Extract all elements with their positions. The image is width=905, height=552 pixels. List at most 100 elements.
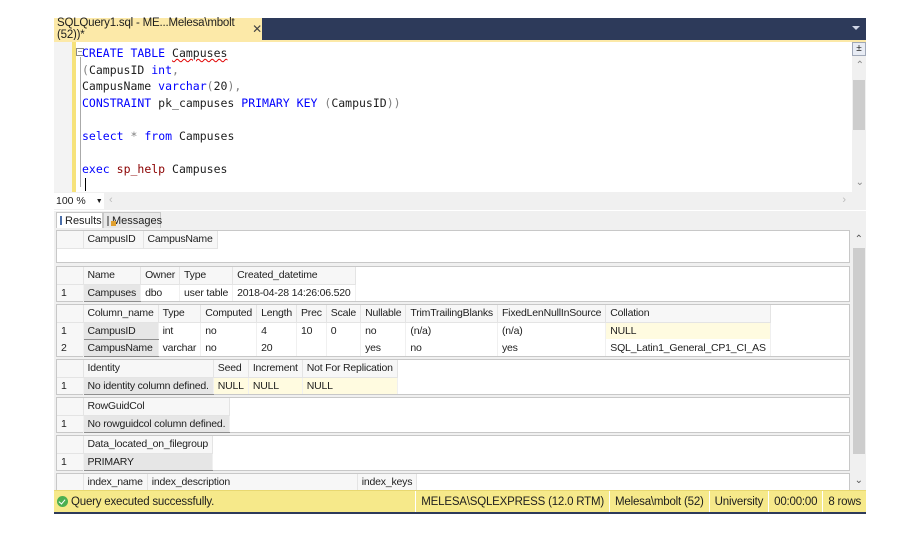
table-cell[interactable]: no: [360, 322, 407, 339]
table-cell[interactable]: NULL: [605, 322, 771, 339]
scroll-up-icon[interactable]: ⌃: [855, 234, 863, 245]
results-scroll-thumb[interactable]: [853, 248, 865, 454]
column-header[interactable]: index_description: [147, 474, 358, 490]
column-header[interactable]: Collation: [605, 305, 771, 323]
row-number[interactable]: 1: [57, 322, 84, 339]
result-grid-1[interactable]: CampusID CampusName: [56, 230, 850, 263]
column-header[interactable]: Type: [158, 305, 202, 323]
row-number-header[interactable]: [57, 231, 84, 249]
result-grid-3[interactable]: Column_name Type Computed Length Prec Scale Nu…: [56, 304, 850, 357]
table-cell[interactable]: SQL_Latin1_General_CP1_CI_AS: [605, 339, 771, 356]
code-line[interactable]: select * from Campuses: [82, 128, 401, 145]
column-header[interactable]: Name: [83, 267, 142, 285]
table-cell[interactable]: NULL: [248, 377, 303, 394]
code-line[interactable]: CREATE TABLE Campuses: [82, 45, 401, 62]
scroll-up-icon[interactable]: ⌃: [856, 60, 864, 71]
table-cell[interactable]: no: [200, 339, 258, 356]
column-header[interactable]: Seed: [213, 360, 249, 378]
tab-overflow-dropdown-icon[interactable]: [852, 26, 860, 30]
code-line[interactable]: [82, 111, 401, 128]
column-header[interactable]: Prec: [296, 305, 327, 323]
tab-results[interactable]: Results: [56, 212, 103, 228]
column-header[interactable]: CampusID: [83, 231, 144, 249]
row-number-header[interactable]: [57, 360, 84, 378]
row-number-header[interactable]: [57, 267, 84, 285]
table-row[interactable]: 1 PRIMARY: [57, 452, 214, 471]
tab-messages[interactable]: Messages: [103, 212, 162, 228]
close-icon[interactable]: ✕: [252, 22, 262, 36]
table-row[interactable]: 2 CampusName varchar no 20 yes no yes SQL_Latin1…: [57, 338, 771, 357]
column-header[interactable]: Computed: [200, 305, 258, 323]
table-cell[interactable]: int: [158, 322, 202, 339]
row-number[interactable]: 1: [57, 453, 84, 470]
column-header[interactable]: Data_located_on_filegroup: [83, 436, 214, 454]
table-cell[interactable]: 10: [296, 322, 327, 339]
result-grid-2[interactable]: Name Owner Type Created_datetime 1 Campuses db…: [56, 266, 850, 302]
column-header[interactable]: Scale: [326, 305, 362, 323]
table-cell[interactable]: NULL: [302, 377, 398, 394]
table-cell[interactable]: 2018-04-28 14:26:06.520: [232, 284, 356, 301]
row-number[interactable]: 1: [57, 377, 84, 394]
column-header[interactable]: Length: [256, 305, 297, 323]
results-vertical-scrollbar[interactable]: ⌃ ⌄: [852, 228, 866, 490]
table-cell[interactable]: CampusName: [82, 338, 159, 357]
column-header[interactable]: Increment: [248, 360, 303, 378]
column-header[interactable]: Column_name: [83, 305, 159, 323]
table-cell[interactable]: yes: [360, 339, 407, 356]
column-header[interactable]: Type: [179, 267, 234, 285]
scroll-right-icon[interactable]: ›: [842, 194, 846, 206]
row-number[interactable]: 2: [57, 339, 84, 356]
table-cell[interactable]: no: [405, 339, 498, 356]
code-line[interactable]: [82, 144, 401, 161]
table-cell[interactable]: dbo: [140, 284, 181, 301]
result-grid-7[interactable]: index_name index_description index_keys: [56, 473, 850, 490]
table-cell[interactable]: (n/a): [405, 322, 498, 339]
result-grid-4[interactable]: Identity Seed Increment Not For Replication…: [56, 359, 850, 395]
split-window-icon[interactable]: ±: [852, 42, 866, 56]
code-text[interactable]: CREATE TABLE Campuses (CampusID int, Campu…: [82, 45, 401, 177]
table-cell[interactable]: NULL: [213, 377, 249, 394]
table-cell[interactable]: varchar: [158, 339, 202, 356]
table-row[interactable]: 1 No identity column defined. NULL NULL NULL: [57, 376, 398, 395]
table-cell[interactable]: [326, 339, 362, 356]
row-number[interactable]: 1: [57, 415, 84, 432]
table-row[interactable]: 1 No rowguidcol column defined.: [57, 414, 231, 433]
column-header[interactable]: Owner: [140, 267, 181, 285]
table-cell[interactable]: [296, 339, 327, 356]
column-header[interactable]: CampusName: [143, 231, 218, 249]
row-number-header[interactable]: [57, 436, 84, 454]
table-row[interactable]: 1 CampusID int no 4 10 0 no (n/a) (n/a) NULL: [57, 321, 771, 340]
code-line[interactable]: exec sp_help Campuses: [82, 161, 401, 178]
table-cell[interactable]: No identity column defined.: [82, 376, 214, 395]
editor-vertical-scrollbar[interactable]: ± ⌃ ⌄: [852, 42, 866, 192]
column-header[interactable]: Not For Replication: [302, 360, 398, 378]
result-grid-5[interactable]: RowGuidCol 1 No rowguidcol column defined.: [56, 397, 850, 433]
scroll-down-icon[interactable]: ⌄: [856, 177, 864, 188]
table-cell[interactable]: Campuses: [82, 283, 142, 302]
table-cell[interactable]: user table: [179, 284, 234, 301]
column-header[interactable]: FixedLenNullInSource: [497, 305, 607, 323]
table-row[interactable]: 1 Campuses dbo user table 2018-04-28 14:26:0…: [57, 283, 356, 302]
editor-scroll-thumb[interactable]: [853, 80, 865, 130]
table-cell[interactable]: No rowguidcol column defined.: [82, 414, 231, 433]
column-header[interactable]: Nullable: [360, 305, 407, 323]
editor-horizontal-scrollbar[interactable]: ‹ ›: [104, 192, 866, 210]
column-header[interactable]: index_name: [83, 474, 148, 490]
row-number-header[interactable]: [57, 398, 84, 416]
table-cell[interactable]: 4: [256, 322, 297, 339]
table-cell[interactable]: 20: [256, 339, 297, 356]
scroll-down-icon[interactable]: ⌄: [855, 475, 863, 486]
table-cell[interactable]: yes: [497, 339, 607, 356]
zoom-dropdown[interactable]: 100 % ▼: [54, 193, 104, 209]
table-cell[interactable]: PRIMARY: [82, 452, 214, 471]
column-header[interactable]: Identity: [83, 360, 214, 378]
query-document-tab[interactable]: SQLQuery1.sql - ME...Melesa\mbolt (52))*…: [54, 17, 262, 41]
code-line[interactable]: CONSTRAINT pk_campuses PRIMARY KEY (Camp…: [82, 95, 401, 112]
column-header[interactable]: TrimTrailingBlanks: [405, 305, 498, 323]
row-number[interactable]: 1: [57, 284, 84, 301]
column-header[interactable]: Created_datetime: [232, 267, 356, 285]
table-cell[interactable]: (n/a): [497, 322, 607, 339]
row-number-header[interactable]: [57, 474, 84, 490]
table-cell[interactable]: no: [200, 322, 258, 339]
sql-editor[interactable]: − CREATE TABLE Campuses (CampusID int, Cam…: [54, 42, 866, 192]
